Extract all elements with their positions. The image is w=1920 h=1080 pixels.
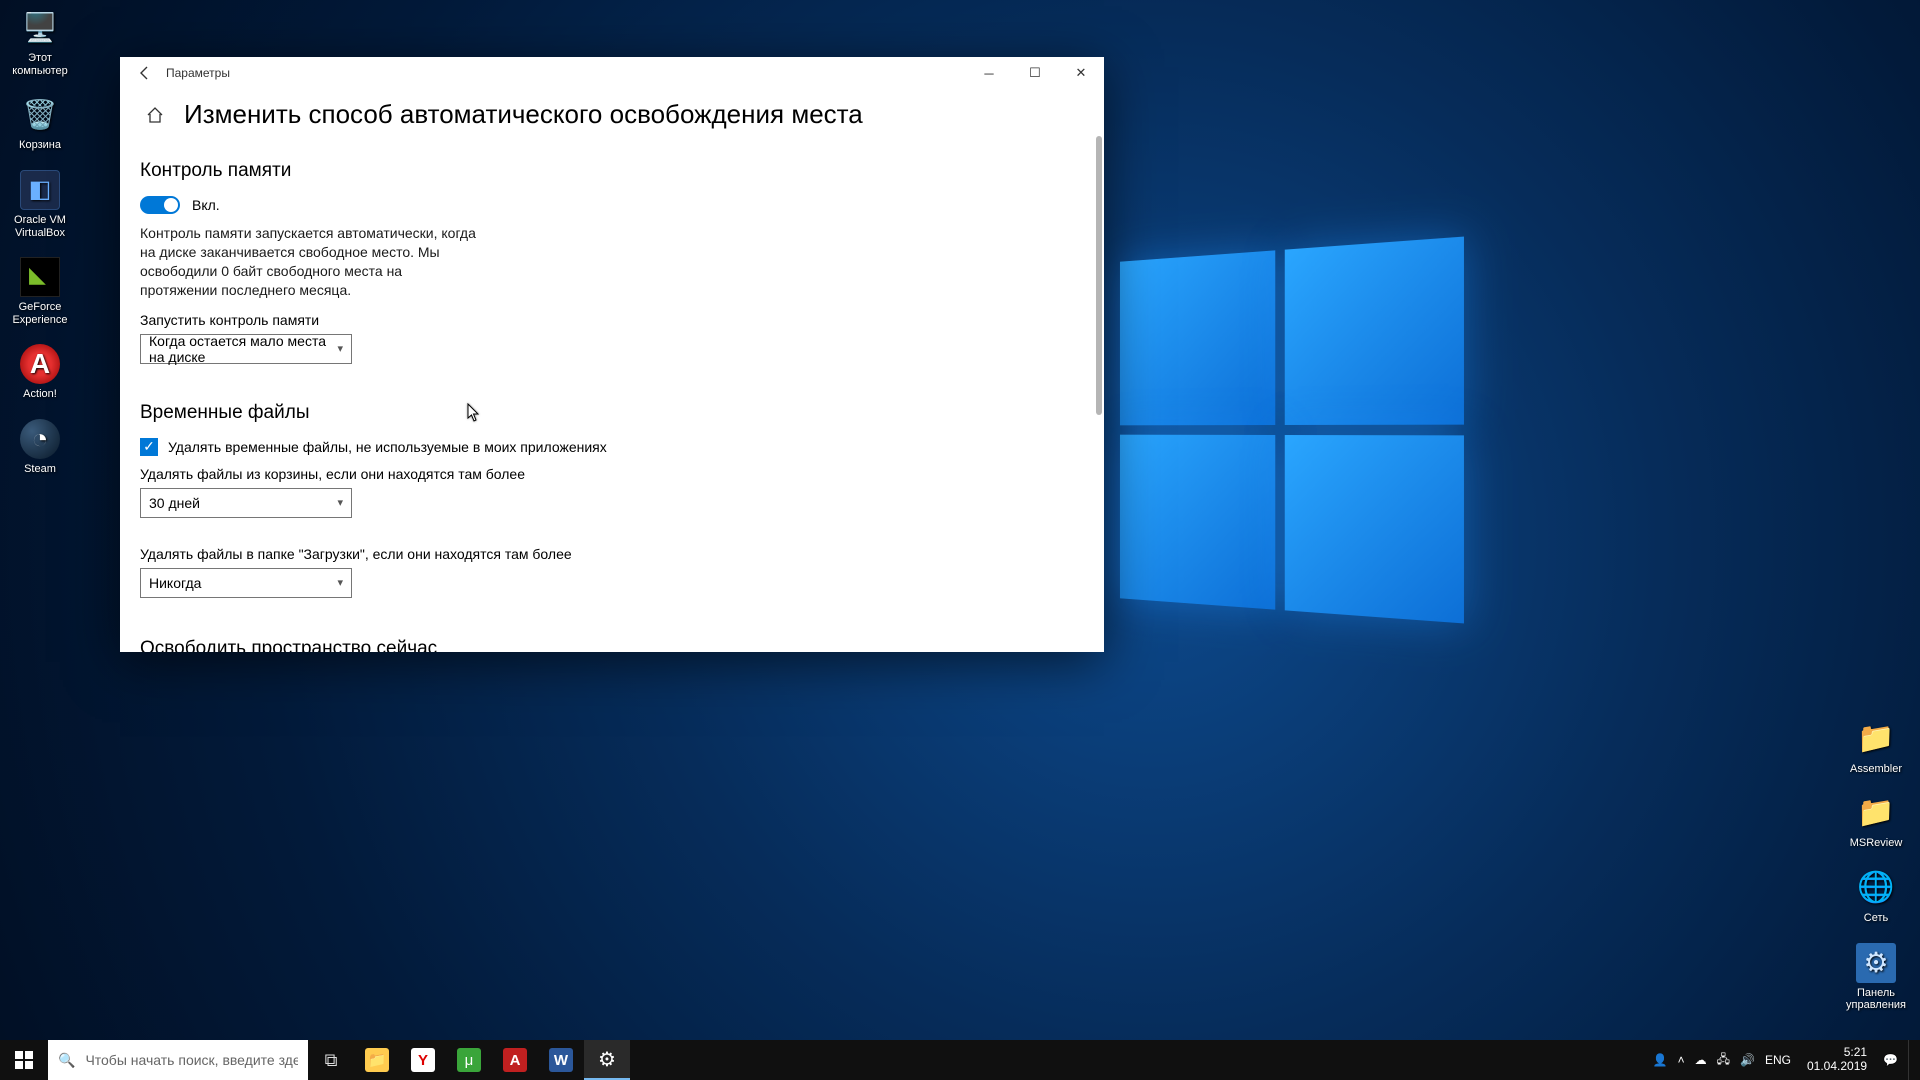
desktop-icon-control-panel[interactable]: Панель управления (1840, 943, 1912, 1012)
section-temp-files-title: Временные файлы (140, 402, 1084, 424)
window-title: Параметры (166, 66, 230, 80)
desktop-icon-this-pc[interactable]: Этот компьютер (4, 8, 76, 77)
storage-sense-description: Контроль памяти запускается автоматическ… (140, 224, 480, 300)
delete-temp-files-label: Удалять временные файлы, не используемые… (168, 439, 607, 455)
section-free-up-now-title: Освободить пространство сейчас (140, 638, 1084, 652)
gear-icon: ⚙ (598, 1047, 616, 1072)
delete-temp-files-checkbox[interactable]: ✓ (140, 438, 158, 456)
taskbar-explorer[interactable]: 📁 (354, 1040, 400, 1080)
task-view-icon: ⧉ (325, 1050, 338, 1071)
run-storage-sense-label: Запустить контроль памяти (140, 312, 1084, 328)
taskbar-action[interactable]: A (492, 1040, 538, 1080)
folder-icon (1856, 793, 1896, 833)
recycle-bin-combo[interactable]: 30 дней ▾ (140, 488, 352, 518)
titlebar: Параметры ─ ☐ ✕ (120, 57, 1104, 89)
minimize-button[interactable]: ─ (966, 57, 1012, 89)
task-view-button[interactable]: ⧉ (308, 1040, 354, 1080)
storage-sense-toggle[interactable] (140, 196, 180, 214)
desktop-icon-virtualbox[interactable]: Oracle VM VirtualBox (4, 170, 76, 239)
back-arrow-icon (136, 65, 152, 81)
desktop-icon-assembler[interactable]: Assembler (1840, 719, 1912, 776)
chevron-down-icon: ▾ (337, 496, 343, 509)
tray-overflow-icon[interactable]: ˄ (1678, 1053, 1685, 1067)
taskbar-utorrent[interactable]: μ (446, 1040, 492, 1080)
system-tray: 👤 ˄ ☁ 🖧 🔊 ENG 5:21 01.04.2019 💬 (1653, 1040, 1920, 1080)
page-header: Изменить способ автоматического освобожд… (120, 89, 1104, 136)
tray-language[interactable]: ENG (1765, 1053, 1791, 1067)
desktop-icon-geforce[interactable]: GeForce Experience (4, 257, 76, 326)
yandex-icon: Y (411, 1048, 435, 1072)
page-title: Изменить способ автоматического освобожд… (184, 99, 863, 130)
maximize-button[interactable]: ☐ (1012, 57, 1058, 89)
tray-network-icon[interactable]: 🖧 (1717, 1050, 1730, 1071)
settings-window: Параметры ─ ☐ ✕ Изменить способ автомати… (120, 57, 1104, 652)
chevron-down-icon: ▾ (337, 576, 343, 589)
tray-action-center-icon[interactable]: 💬 (1883, 1053, 1898, 1067)
tray-clock[interactable]: 5:21 01.04.2019 (1801, 1046, 1873, 1074)
downloads-label: Удалять файлы в папке "Загрузки", если о… (140, 546, 1084, 562)
taskbar: 🔍 Чтобы начать поиск, введите здесь запр… (0, 1040, 1920, 1080)
tray-people-icon[interactable]: 👤 (1653, 1053, 1668, 1067)
search-input[interactable]: 🔍 Чтобы начать поиск, введите здесь запр… (48, 1040, 308, 1080)
taskbar-word[interactable]: W (538, 1040, 584, 1080)
network-icon (1856, 868, 1896, 908)
control-panel-icon (1856, 943, 1896, 983)
show-desktop-button[interactable] (1908, 1040, 1914, 1080)
desktop-icon-network[interactable]: Сеть (1840, 868, 1912, 925)
close-button[interactable]: ✕ (1058, 57, 1104, 89)
utorrent-icon: μ (457, 1048, 481, 1072)
recycle-bin-label: Удалять файлы из корзины, если они наход… (140, 466, 1084, 482)
windows-logo-icon (15, 1051, 33, 1069)
bin-icon (20, 95, 60, 135)
folder-icon (1856, 719, 1896, 759)
tray-onedrive-icon[interactable]: ☁ (1695, 1053, 1707, 1067)
geforce-icon (20, 257, 60, 297)
desktop-icon-msreview[interactable]: MSReview (1840, 793, 1912, 850)
toggle-state-label: Вкл. (192, 197, 220, 213)
section-storage-sense-title: Контроль памяти (140, 160, 1084, 182)
chevron-down-icon: ▾ (337, 342, 343, 355)
start-button[interactable] (0, 1040, 48, 1080)
word-icon: W (549, 1048, 573, 1072)
downloads-combo[interactable]: Никогда ▾ (140, 568, 352, 598)
scrollbar[interactable] (1096, 136, 1102, 415)
desktop-icon-steam[interactable]: ◔Steam (4, 419, 76, 476)
taskbar-yandex[interactable]: Y (400, 1040, 446, 1080)
run-storage-sense-combo[interactable]: Когда остается мало места на диске ▾ (140, 334, 352, 364)
pc-icon (20, 8, 60, 48)
virtualbox-icon (20, 170, 60, 210)
explorer-icon: 📁 (365, 1048, 389, 1072)
back-button[interactable] (128, 57, 160, 89)
desktop-icon-action[interactable]: AAction! (4, 344, 76, 401)
content-area: Контроль памяти Вкл. Контроль памяти зап… (120, 136, 1104, 652)
window-controls: ─ ☐ ✕ (966, 57, 1104, 89)
tray-volume-icon[interactable]: 🔊 (1740, 1053, 1755, 1067)
desktop-icon-recycle-bin[interactable]: Корзина (4, 95, 76, 152)
home-button[interactable] (140, 100, 170, 130)
action-icon: A (503, 1048, 527, 1072)
desktop-icons-right: Assembler MSReview Сеть Панель управлени… (1840, 719, 1916, 1030)
desktop-icons-left: Этот компьютер Корзина Oracle VM Virtual… (4, 8, 76, 494)
home-icon (146, 106, 164, 124)
taskbar-settings[interactable]: ⚙ (584, 1040, 630, 1080)
action-icon: A (20, 344, 60, 384)
steam-icon: ◔ (20, 419, 60, 459)
search-icon: 🔍 (58, 1052, 75, 1069)
